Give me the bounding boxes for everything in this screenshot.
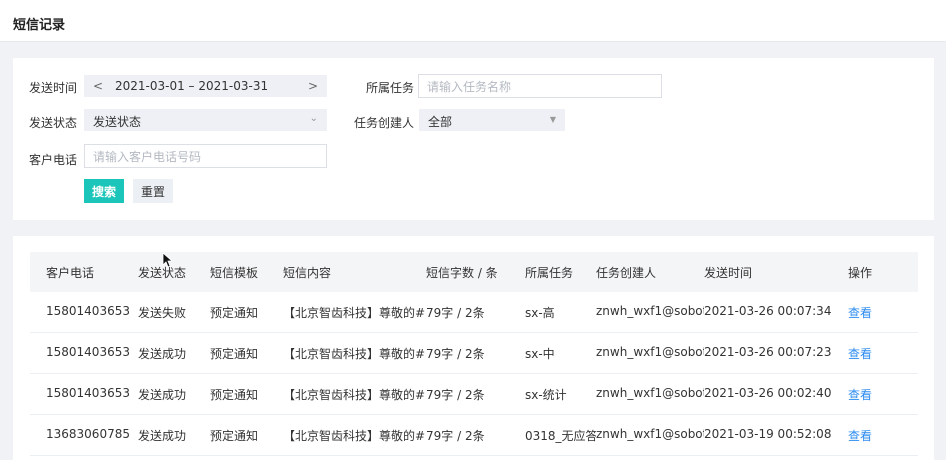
table-row: 15801403653 发送失败 预定通知 【北京智齿科技】尊敬的#... 79… (30, 292, 918, 333)
page-title: 短信记录 (13, 18, 66, 33)
search-button[interactable]: 搜索 (84, 179, 124, 203)
cell-time: 2021-03-26 00:07:34 (704, 304, 832, 318)
cell-phone: 15801403653 (46, 386, 130, 400)
cell-task: sx-高 (525, 306, 555, 320)
column-header: 所属任务 (525, 266, 574, 280)
date-prev-button[interactable]: < (87, 76, 109, 96)
cell-status: 发送成功 (138, 429, 187, 443)
cell-phone: 15801403653 (46, 345, 130, 359)
cell-template: 预定通知 (210, 306, 259, 320)
date-range-picker[interactable]: < 2021-03-01 – 2021-03-31 > (84, 75, 327, 97)
status-select[interactable]: 发送状态 ⌄ (84, 109, 327, 131)
filter-panel: 发送时间 < 2021-03-01 – 2021-03-31 > 所属任务 请输… (13, 58, 934, 220)
cell-content: 【北京智齿科技】尊敬的#... (283, 347, 425, 361)
cell-count: 79字 / 2条 (426, 306, 485, 320)
task-input[interactable]: 请输入任务名称 (418, 74, 662, 98)
column-header: 发送时间 (704, 266, 753, 280)
cell-creator: znwh_wxf1@sobot... (596, 386, 704, 400)
cell-content: 【北京智齿科技】尊敬的#... (283, 388, 425, 402)
cell-status: 发送成功 (138, 388, 187, 402)
send-time-label: 发送时间 (29, 81, 78, 95)
cell-task: sx-统计 (525, 388, 567, 402)
date-next-button[interactable]: > (302, 76, 324, 96)
cell-time: 2021-03-26 00:02:40 (704, 386, 832, 400)
cell-phone: 13683060785 (46, 427, 130, 441)
column-header: 短信内容 (283, 266, 332, 280)
cell-creator: znwh_wxf1@sobot... (596, 304, 704, 318)
page-header: 短信记录 (0, 0, 946, 42)
table-row: 15801403653 发送成功 预定通知 【北京智齿科技】尊敬的#... 79… (30, 333, 918, 374)
cell-status: 发送失败 (138, 306, 187, 320)
view-link[interactable]: 查看 (848, 386, 872, 403)
records-table: 客户电话 发送状态 短信模板 短信内容 短信字数 / 条 所属任务 任务创建人 … (13, 236, 934, 460)
creator-select[interactable]: 全部 ▼ (419, 109, 565, 131)
table-row: 13683060785 发送成功 预定通知 【北京智齿科技】尊敬的#... 79… (30, 415, 918, 456)
phone-label: 客户电话 (29, 153, 78, 167)
cell-count: 79字 / 2条 (426, 429, 485, 443)
cell-count: 79字 / 2条 (426, 347, 485, 361)
cell-task: 0318_无应答 (525, 429, 596, 443)
cell-template: 预定通知 (210, 429, 259, 443)
column-header: 短信模板 (210, 266, 259, 280)
task-label: 所属任务 (366, 81, 415, 95)
cell-template: 预定通知 (210, 388, 259, 402)
cell-template: 预定通知 (210, 347, 259, 361)
creator-label: 任务创建人 (354, 116, 415, 130)
cell-creator: znwh_wxf1@sobot... (596, 427, 704, 441)
reset-button[interactable]: 重置 (133, 179, 173, 203)
column-header: 任务创建人 (596, 266, 657, 280)
view-link[interactable]: 查看 (848, 427, 872, 444)
table-row: 15801403653 发送成功 预定通知 【北京智齿科技】尊敬的#... 79… (30, 374, 918, 415)
chevron-down-icon: ⌄ (309, 113, 318, 124)
cell-task: sx-中 (525, 347, 555, 361)
cell-count: 79字 / 2条 (426, 388, 485, 402)
phone-input[interactable]: 请输入客户电话号码 (84, 144, 327, 168)
view-link[interactable]: 查看 (848, 304, 872, 321)
cell-creator: znwh_wxf1@sobot... (596, 345, 704, 359)
cell-content: 【北京智齿科技】尊敬的#... (283, 429, 425, 443)
status-select-value: 发送状态 (93, 115, 142, 129)
caret-down-icon: ▼ (549, 115, 556, 124)
column-header: 短信字数 / 条 (426, 266, 498, 280)
phone-input-placeholder: 请输入客户电话号码 (93, 150, 202, 164)
status-label: 发送状态 (29, 116, 78, 130)
creator-select-value: 全部 (428, 115, 453, 129)
cell-status: 发送成功 (138, 347, 187, 361)
cell-time: 2021-03-26 00:07:23 (704, 345, 832, 359)
column-header: 客户电话 (46, 266, 95, 280)
cell-content: 【北京智齿科技】尊敬的#... (283, 306, 425, 320)
cell-phone: 15801403653 (46, 304, 130, 318)
date-range-value: 2021-03-01 – 2021-03-31 (115, 79, 269, 93)
column-header: 操作 (848, 266, 873, 280)
mouse-cursor-icon (162, 252, 172, 268)
task-input-placeholder: 请输入任务名称 (427, 80, 512, 94)
cell-time: 2021-03-19 00:52:08 (704, 427, 832, 441)
view-link[interactable]: 查看 (848, 345, 872, 362)
